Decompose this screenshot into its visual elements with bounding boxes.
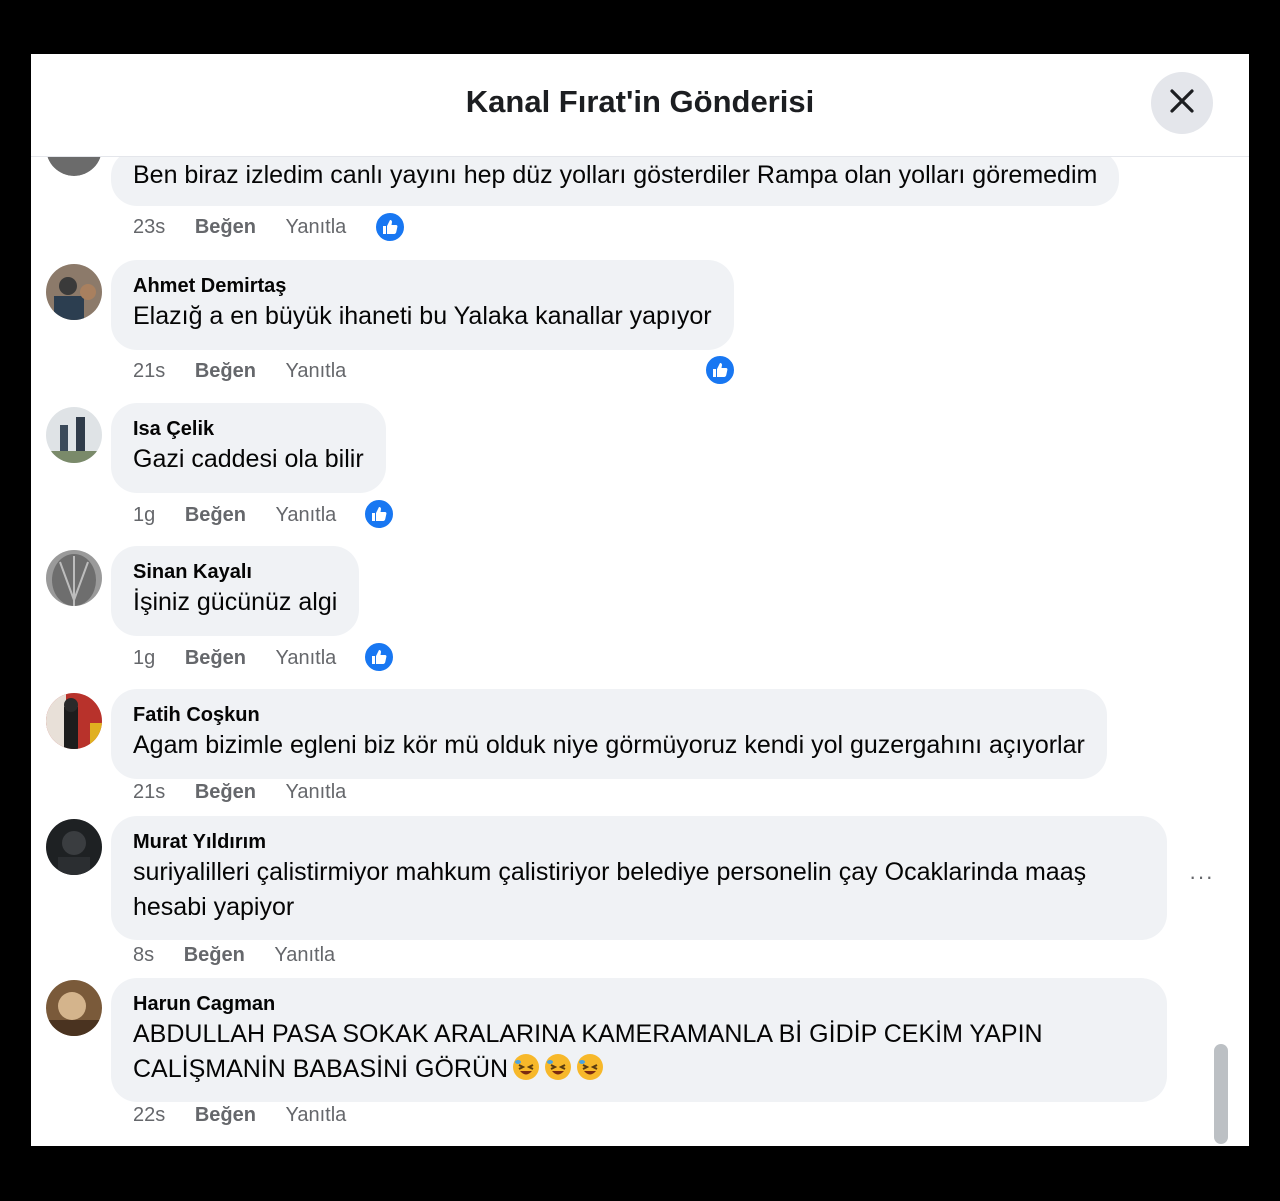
comment-actions: 23s Beğen Yanıtla — [133, 216, 370, 239]
comment-time[interactable]: 21s — [133, 360, 165, 383]
avatar[interactable] — [46, 264, 102, 320]
reply-button[interactable]: Yanıtla — [286, 216, 347, 239]
comment-text-line-2-wrap: CALİŞMANİN BABASİNİ GÖRÜN — [133, 1052, 1145, 1087]
reply-button[interactable]: Yanıtla — [286, 360, 347, 383]
comment-text: İşiniz gücünüz algi — [133, 588, 338, 616]
avatar[interactable] — [46, 407, 102, 463]
like-button[interactable]: Beğen — [195, 360, 256, 383]
like-button[interactable]: Beğen — [195, 216, 256, 239]
comment-author[interactable]: Murat Yıldırım — [133, 829, 1145, 855]
reply-button[interactable]: Yanıtla — [286, 1104, 347, 1127]
comment-author[interactable]: Ahmet Demirtaş — [133, 273, 712, 299]
close-button[interactable] — [1151, 72, 1213, 134]
scrollbar-thumb[interactable] — [1214, 1044, 1228, 1144]
rolling-on-floor-laughing-emoji — [508, 1054, 604, 1083]
dialog-title: Kanal Fırat'in Gönderisi — [465, 84, 815, 119]
comment-actions: 1g Beğen Yanıtla — [133, 647, 360, 670]
comment-list: Ben biraz izledim canlı yayını hep düz y… — [31, 54, 1249, 1146]
reply-button[interactable]: Yanıtla — [276, 647, 337, 670]
comment-text-line-1: suriyalilleri çalistirmiyor mahkum çalis… — [133, 858, 1087, 886]
like-button[interactable]: Beğen — [195, 781, 256, 804]
comment-text-line-2: CALİŞMANİN BABASİNİ GÖRÜN — [133, 1055, 509, 1083]
like-button[interactable]: Beğen — [184, 944, 245, 967]
comment-text: Ben biraz izledim canlı yayını hep düz y… — [133, 161, 1098, 189]
like-reaction-icon[interactable] — [363, 498, 395, 530]
like-reaction-icon[interactable] — [374, 211, 406, 243]
comment-text: Agam bizimle egleni biz kör mü olduk niy… — [133, 731, 1085, 759]
comment-author[interactable]: Harun Cagman — [133, 991, 1145, 1017]
reply-button[interactable]: Yanıtla — [276, 504, 337, 527]
avatar[interactable] — [46, 980, 102, 1036]
reply-button[interactable]: Yanıtla — [286, 781, 347, 804]
comment-author[interactable]: Sinan Kayalı — [133, 559, 337, 585]
close-icon — [1169, 88, 1195, 119]
like-reaction-icon[interactable] — [363, 641, 395, 673]
like-reaction-icon[interactable] — [704, 354, 736, 386]
reply-button[interactable]: Yanıtla — [274, 944, 335, 967]
comment-bubble: Murat Yıldırım suriyalilleri çalistirmiy… — [111, 816, 1167, 940]
dialog-header: Kanal Fırat'in Gönderisi — [31, 54, 1249, 157]
comment-time[interactable]: 21s — [133, 781, 165, 804]
comment-time[interactable]: 1g — [133, 504, 155, 527]
like-button[interactable]: Beğen — [185, 504, 246, 527]
more-options-icon[interactable]: ··· — [1189, 864, 1214, 890]
comment-actions: 21s Beğen Yanıtla — [133, 360, 370, 383]
comment-time[interactable]: 1g — [133, 647, 155, 670]
avatar[interactable] — [46, 819, 102, 875]
comment-bubble: Isa Çelik Gazi caddesi ola bilir — [111, 403, 386, 493]
comment-time[interactable]: 22s — [133, 1104, 165, 1127]
comment-bubble: Harun Cagman ABDULLAH PASA SOKAK ARALARI… — [111, 978, 1167, 1102]
comment-actions: 22s Beğen Yanıtla — [133, 1104, 370, 1127]
comment-text: Elazığ a en büyük ihaneti bu Yalaka kana… — [133, 302, 712, 330]
comment-time[interactable]: 23s — [133, 216, 165, 239]
comment-actions: 1g Beğen Yanıtla — [133, 504, 360, 527]
comment-actions: 21s Beğen Yanıtla — [133, 781, 370, 804]
comment-author[interactable]: Fatih Coşkun — [133, 702, 1085, 728]
comment-text: Gazi caddesi ola bilir — [133, 445, 364, 473]
avatar[interactable] — [46, 693, 102, 749]
post-dialog: Ben biraz izledim canlı yayını hep düz y… — [31, 54, 1249, 1146]
comment-actions: 8s Beğen Yanıtla — [133, 944, 359, 967]
comment-time[interactable]: 8s — [133, 944, 154, 967]
comment-author[interactable]: Isa Çelik — [133, 416, 364, 442]
comment-bubble: Sinan Kayalı İşiniz gücünüz algi — [111, 546, 360, 636]
comment-text-line-1: ABDULLAH PASA SOKAK ARALARINA KAMERAMANL… — [133, 1020, 1043, 1048]
like-button[interactable]: Beğen — [185, 647, 246, 670]
comment-bubble: Ben biraz izledim canlı yayını hep düz y… — [111, 150, 1120, 206]
comment-bubble: Ahmet Demirtaş Elazığ a en büyük ihaneti… — [111, 260, 734, 350]
comment-bubble: Fatih Coşkun Agam bizimle egleni biz kör… — [111, 689, 1107, 779]
like-button[interactable]: Beğen — [195, 1104, 256, 1127]
comment-text-line-2: hesabi yapiyor — [133, 893, 295, 921]
avatar[interactable] — [46, 550, 102, 606]
